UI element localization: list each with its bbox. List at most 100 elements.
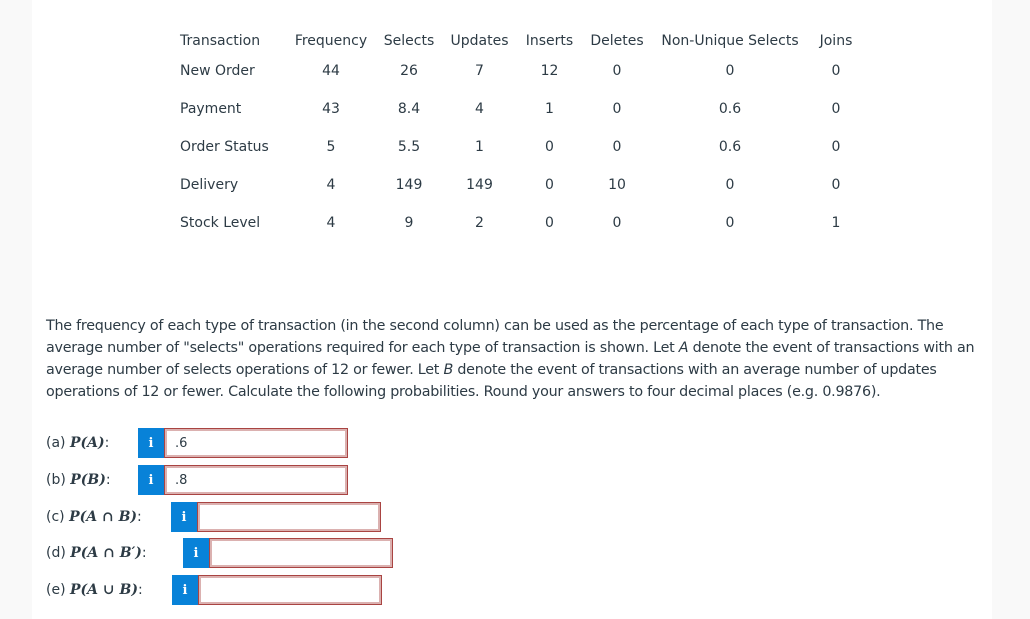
cell-transaction: Stock Level xyxy=(180,215,261,231)
cell-frequency: 44 xyxy=(322,63,340,79)
answer-label-c: (c) P(A ∩ B): xyxy=(46,509,142,525)
info-icon[interactable]: i xyxy=(138,465,164,495)
cell-updates: 1 xyxy=(475,139,484,155)
answer-field-d[interactable] xyxy=(210,539,392,567)
cell-transaction: Payment xyxy=(180,101,242,117)
answer-input-c[interactable] xyxy=(197,502,381,532)
cell-inserts: 0 xyxy=(545,177,554,193)
answer-field-a[interactable] xyxy=(165,429,347,457)
answer-row-b: (b) P(B): i xyxy=(46,465,348,495)
prob-argument: (A ∪ B) xyxy=(80,582,138,598)
colon: : xyxy=(141,545,147,561)
cell-frequency: 4 xyxy=(326,177,336,193)
answer-input-d[interactable] xyxy=(209,538,393,568)
answer-input-a[interactable] xyxy=(164,428,348,458)
part-letter: (b) xyxy=(46,472,71,488)
cell-non-unique-selects: 0 xyxy=(725,215,735,231)
header-inserts: Inserts xyxy=(525,33,574,49)
cell-selects: 8.4 xyxy=(397,101,421,117)
header-frequency: Frequency xyxy=(294,33,368,49)
prob-argument: (A) xyxy=(80,435,105,451)
cell-frequency: 5 xyxy=(326,139,336,155)
table-row: Stock Level 4 9 2 0 0 0 1 xyxy=(180,204,864,242)
cell-transaction: Order Status xyxy=(180,139,269,155)
cell-inserts: 0 xyxy=(545,139,554,155)
part-letter: (c) xyxy=(46,509,70,525)
prob-argument: (B) xyxy=(80,472,106,488)
cell-non-unique-selects: 0.6 xyxy=(718,101,742,117)
info-icon[interactable]: i xyxy=(183,538,209,568)
cell-inserts: 12 xyxy=(540,63,559,79)
cell-updates: 149 xyxy=(466,177,493,193)
prob-symbol: P xyxy=(69,435,81,451)
header-selects: Selects xyxy=(383,33,435,49)
answer-label-e: (e) P(A ∪ B): xyxy=(46,582,143,598)
cell-frequency: 4 xyxy=(326,215,336,231)
table-row: Payment 43 8.4 4 1 0 0.6 0 xyxy=(180,90,864,128)
header-updates: Updates xyxy=(450,33,509,49)
cell-updates: 2 xyxy=(475,215,484,231)
cell-frequency: 43 xyxy=(322,101,340,117)
answer-row-e: (e) P(A ∪ B): i xyxy=(46,575,382,605)
answer-label-a: (a) P(A): xyxy=(46,435,109,451)
cell-updates: 4 xyxy=(475,101,484,117)
answer-input-e[interactable] xyxy=(198,575,382,605)
cell-selects: 5.5 xyxy=(397,139,421,155)
cell-joins: 0 xyxy=(831,139,841,155)
answer-row-a: (a) P(A): i xyxy=(46,428,348,458)
answer-input-b[interactable] xyxy=(164,465,348,495)
answer-row-c: (c) P(A ∩ B): i xyxy=(46,502,381,532)
colon: : xyxy=(137,582,143,598)
cell-deletes: 0 xyxy=(612,63,622,79)
cell-non-unique-selects: 0 xyxy=(725,177,735,193)
colon: : xyxy=(104,435,110,451)
table-row: Delivery 4 149 149 0 10 0 0 xyxy=(180,166,864,204)
variable-b: B xyxy=(443,362,454,378)
table-row: Order Status 5 5.5 1 0 0 0.6 0 xyxy=(180,128,864,166)
prob-symbol: P xyxy=(70,472,81,488)
cell-selects: 9 xyxy=(404,215,414,231)
cell-inserts: 0 xyxy=(545,215,554,231)
cell-selects: 149 xyxy=(395,177,423,193)
info-icon[interactable]: i xyxy=(138,428,164,458)
header-deletes: Deletes xyxy=(590,33,644,49)
prob-symbol: P xyxy=(69,509,80,525)
table-row: New Order 44 26 7 12 0 0 0 xyxy=(180,52,864,90)
part-letter: (d) xyxy=(46,545,71,561)
cell-updates: 7 xyxy=(475,63,484,79)
cell-joins: 0 xyxy=(831,177,841,193)
answer-row-d: (d) P(A ∩ B′): i xyxy=(46,538,393,568)
answer-field-e[interactable] xyxy=(199,576,381,604)
cell-deletes: 0 xyxy=(612,101,622,117)
cell-non-unique-selects: 0.6 xyxy=(718,139,742,155)
prob-argument: (A ∩ B′) xyxy=(80,545,142,561)
header-joins: Joins xyxy=(819,33,853,49)
cell-selects: 26 xyxy=(400,63,418,79)
cell-deletes: 0 xyxy=(612,215,622,231)
prob-symbol: P xyxy=(70,582,81,598)
cell-transaction: New Order xyxy=(180,63,255,79)
cell-non-unique-selects: 0 xyxy=(725,63,735,79)
answer-label-d: (d) P(A ∩ B′): xyxy=(46,545,147,561)
info-icon[interactable]: i xyxy=(171,502,197,532)
part-letter: (e) xyxy=(46,582,70,598)
cell-transaction: Delivery xyxy=(180,177,239,193)
colon: : xyxy=(105,472,111,488)
answer-field-c[interactable] xyxy=(198,503,380,531)
cell-deletes: 10 xyxy=(608,177,626,193)
part-letter: (a) xyxy=(46,435,70,451)
cell-deletes: 0 xyxy=(612,139,622,155)
question-page: Transaction Frequency Selects Updates In… xyxy=(32,0,992,619)
cell-joins: 0 xyxy=(831,63,841,79)
prob-argument: (A ∩ B) xyxy=(79,509,138,525)
colon: : xyxy=(137,509,142,525)
cell-joins: 1 xyxy=(831,215,841,231)
header-non-unique-selects: Non-Unique Selects xyxy=(661,33,799,49)
prob-symbol: P xyxy=(70,545,81,561)
header-transaction: Transaction xyxy=(180,33,261,49)
answer-field-b[interactable] xyxy=(165,466,347,494)
answer-label-b: (b) P(B): xyxy=(46,472,111,488)
info-icon[interactable]: i xyxy=(172,575,198,605)
variable-a: A xyxy=(678,340,689,356)
cell-joins: 0 xyxy=(831,101,841,117)
